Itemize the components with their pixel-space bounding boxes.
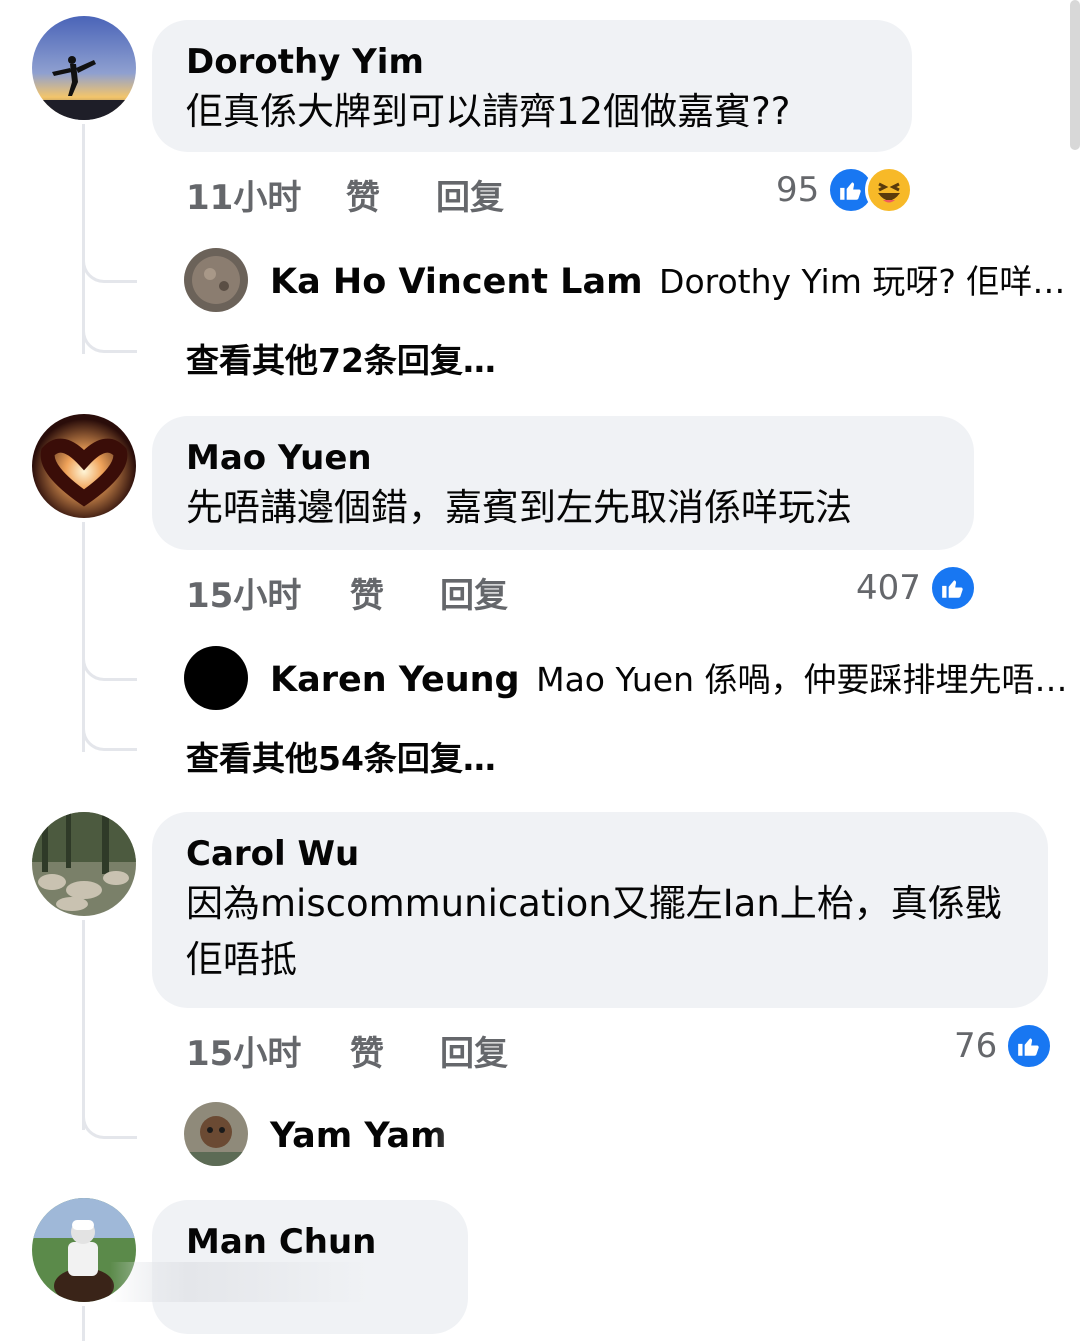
reaction-count: 407	[856, 568, 921, 608]
reaction-summary[interactable]: 95	[776, 166, 914, 214]
haha-icon	[865, 166, 914, 214]
reply-preview[interactable]: Yam Yam	[270, 1116, 447, 1156]
thread-branch	[82, 300, 137, 353]
comment-author[interactable]: Carol Wu	[186, 834, 1014, 874]
reply-preview[interactable]: Karen Yeung Mao Yuen 係喎，仲要踩排埋先唔…	[270, 660, 1067, 700]
reaction-count: 95	[776, 170, 820, 210]
reply-author[interactable]: Ka Ho Vincent Lam	[270, 262, 643, 302]
thread-branch	[82, 698, 137, 751]
redaction-blur	[430, 1112, 830, 1156]
like-button[interactable]: 赞	[350, 1026, 440, 1075]
thread-branch	[82, 628, 137, 681]
reply-button[interactable]: 回复	[436, 170, 504, 219]
reply-author[interactable]: Karen Yeung	[270, 660, 520, 700]
avatar[interactable]	[32, 414, 136, 518]
reaction-summary[interactable]: 407	[856, 564, 977, 612]
like-icon	[1005, 1022, 1054, 1070]
comment-time[interactable]: 11小时	[186, 170, 346, 219]
comment-text: 因為miscommunication又擺左Ian上枱，真係戥佢唔抵	[186, 882, 1002, 981]
reply-button[interactable]: 回复	[440, 568, 508, 617]
comment-text: 佢真係大牌到可以請齊12個做嘉賓??	[186, 90, 791, 133]
reaction-summary[interactable]: 76	[954, 1022, 1054, 1070]
comment-bubble[interactable]: Dorothy Yim 佢真係大牌到可以請齊12個做嘉賓??	[152, 20, 912, 152]
comment-actions: 15小时 赞 回复	[186, 568, 508, 617]
comment-bubble[interactable]: Carol Wu 因為miscommunication又擺左Ian上枱，真係戥佢…	[152, 812, 1048, 1008]
reply-text: Mao Yuen 係喎，仲要踩排埋先唔…	[536, 660, 1068, 699]
reply-author[interactable]: Yam Yam	[270, 1116, 447, 1156]
comment-time[interactable]: 15小时	[186, 568, 350, 617]
view-more-replies[interactable]: 查看其他54条回复…	[186, 732, 496, 780]
avatar[interactable]	[184, 1102, 248, 1166]
scrollbar[interactable]	[1070, 0, 1080, 150]
comment-actions: 15小时 赞 回复	[186, 1026, 508, 1075]
comment-actions: 11小时 赞 回复	[186, 170, 504, 219]
avatar[interactable]	[184, 248, 248, 312]
view-more-replies[interactable]: 查看其他72条回复…	[186, 334, 496, 382]
thread-branch	[82, 1086, 137, 1139]
comment-text: 先唔講邊個錯，嘉賓到左先取消係咩玩法	[186, 486, 852, 529]
reply-preview[interactable]: Ka Ho Vincent Lam Dorothy Yim 玩呀? 佢咩…	[270, 262, 1065, 302]
avatar[interactable]	[32, 812, 136, 916]
thread-branch	[82, 230, 137, 283]
like-button[interactable]: 赞	[346, 170, 436, 219]
comment-time[interactable]: 15小时	[186, 1026, 350, 1075]
reply-button[interactable]: 回复	[440, 1026, 508, 1075]
avatar[interactable]	[32, 16, 136, 120]
like-button[interactable]: 赞	[350, 568, 440, 617]
like-icon	[928, 564, 977, 612]
reaction-count: 76	[954, 1026, 998, 1066]
comment-bubble[interactable]: Mao Yuen 先唔講邊個錯，嘉賓到左先取消係咩玩法	[152, 416, 974, 550]
avatar[interactable]	[184, 646, 248, 710]
comment-author[interactable]: Dorothy Yim	[186, 42, 878, 82]
redaction-blur	[110, 1262, 370, 1302]
reply-text: Dorothy Yim 玩呀? 佢咩…	[659, 262, 1066, 301]
thread-line	[82, 1306, 85, 1341]
comment-author[interactable]: Mao Yuen	[186, 438, 940, 478]
